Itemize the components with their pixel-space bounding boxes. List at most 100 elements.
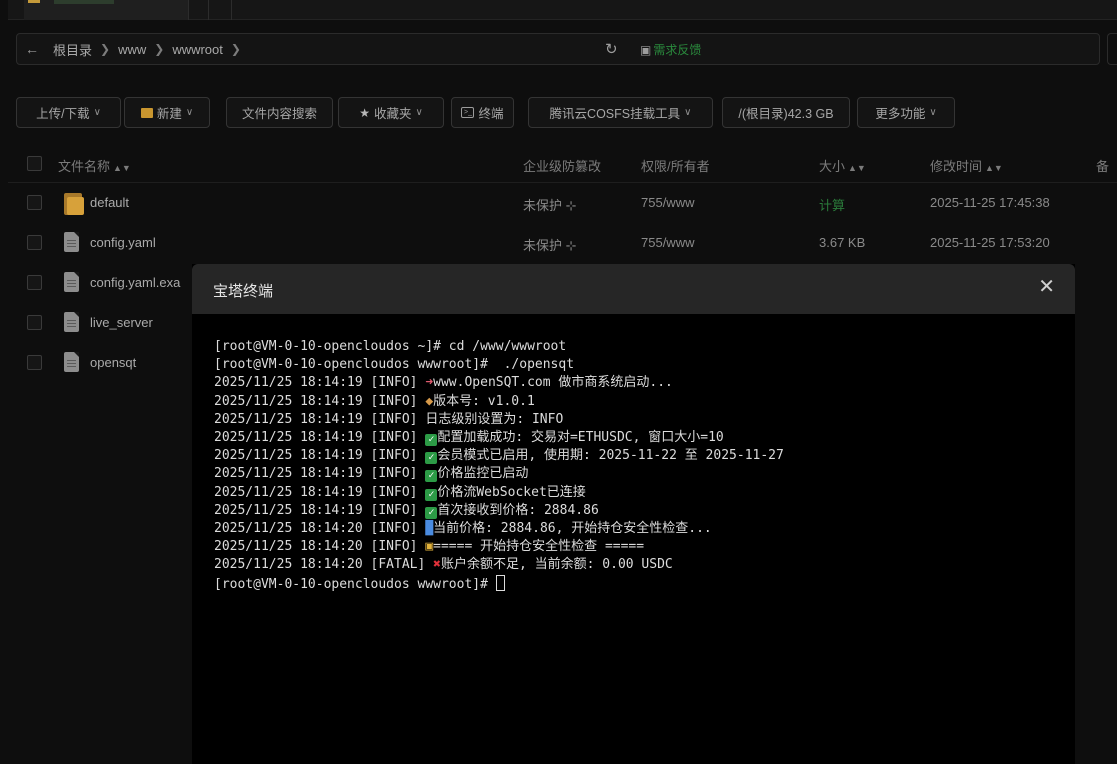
add-tab-button[interactable] <box>208 0 232 20</box>
table-row[interactable]: config.yaml 未保护 ⊹ 755/www 3.67 KB 2025-1… <box>8 223 1117 263</box>
protect-status-label: 未保护 <box>523 238 563 253</box>
terminal-prompt-line: [root@VM-0-10-opencloudos wwwroot]# <box>214 574 1064 594</box>
terminal-line: 2025/11/25 18:14:19 [INFO] ✓ 价格监控已启动 <box>214 465 1064 483</box>
search-box-edge[interactable] <box>1107 33 1117 65</box>
terminal-line-message: ===== 开始持仓安全性检查 ===== <box>433 539 645 555</box>
terminal-line: 2025/11/25 18:14:19 [INFO] 日志级别设置为: INFO <box>214 411 564 427</box>
terminal-dialog-header[interactable]: 宝塔终端 ✕ <box>192 264 1075 314</box>
terminal-line-message: 当前价格: 2884.86, 开始持仓安全性检查... <box>433 521 712 537</box>
file-name[interactable]: config.yaml <box>90 235 156 250</box>
content-search-button[interactable]: 文件内容搜索 <box>226 97 333 128</box>
column-mtime-label: 修改时间 <box>930 159 983 174</box>
feedback-link[interactable]: ▣ 需求反馈 <box>640 41 701 58</box>
file-name[interactable]: live_server <box>90 315 153 330</box>
check-icon: ✓ <box>425 506 438 519</box>
terminal-icon: >_ <box>461 107 475 118</box>
more-functions-button[interactable]: 更多功能 ∨ <box>857 97 955 128</box>
terminal-line-prefix: 2025/11/25 18:14:19 [INFO] <box>214 375 426 391</box>
terminal-label: 终端 <box>478 107 504 121</box>
check-icon: ✓ <box>425 434 438 447</box>
column-name-label: 文件名称 <box>58 159 111 174</box>
terminal-prompt: [root@VM-0-10-opencloudos wwwroot]# <box>214 576 496 592</box>
row-checkbox[interactable] <box>27 275 42 290</box>
column-note: 备 <box>1096 159 1110 174</box>
protect-status[interactable]: 未保护 ⊹ <box>523 195 577 214</box>
permission-owner[interactable]: 755/www <box>641 235 694 250</box>
terminal-line-message: 账户余额不足, 当前余额: 0.00 USDC <box>440 557 673 573</box>
favorites-button[interactable]: ★ 收藏夹 ∨ <box>338 97 444 128</box>
address-bar[interactable]: ← 根目录 ❯ www ❯ wwwroot ❯ ↻ ▣ 需求反馈 <box>16 33 1100 65</box>
folder-icon <box>64 191 84 215</box>
breadcrumb-item-root[interactable]: 根目录 <box>47 40 98 59</box>
tab-strip <box>8 0 1117 20</box>
file-name[interactable]: opensqt <box>90 355 136 370</box>
table-row[interactable]: default 未保护 ⊹ 755/www 计算 2025-11-25 17:4… <box>8 183 1117 223</box>
tab-current-directory[interactable] <box>24 0 189 20</box>
cosfs-button[interactable]: 腾讯云COSFS挂载工具 ∨ <box>528 97 713 128</box>
column-name[interactable]: 文件名称 ▲▼ <box>58 156 131 175</box>
file-size: 3.67 KB <box>819 235 866 250</box>
folder-icon <box>140 107 153 118</box>
package-icon: ◆ <box>425 393 434 409</box>
file-name[interactable]: config.yaml.exa <box>90 275 180 290</box>
chevron-down-icon: ∨ <box>185 107 194 118</box>
close-icon[interactable]: ✕ <box>1038 276 1055 298</box>
lock-open-icon: ⊹ <box>562 238 577 253</box>
more-functions-label: 更多功能 <box>875 107 926 121</box>
file-name[interactable]: default <box>90 195 129 210</box>
star-icon: ★ <box>359 105 370 120</box>
folder-tab-icon <box>28 0 40 3</box>
rocket-icon: ➜ <box>425 375 434 391</box>
row-checkbox[interactable] <box>27 195 42 210</box>
breadcrumb-item-www[interactable]: www <box>112 42 152 57</box>
column-mtime[interactable]: 修改时间 ▲▼ <box>930 156 1003 175</box>
chevron-down-icon: ∨ <box>929 107 937 118</box>
terminal-line-prefix: 2025/11/25 18:14:20 [FATAL] <box>214 557 434 573</box>
favorites-label: 收藏夹 <box>373 107 412 121</box>
terminal-line: [root@VM-0-10-opencloudos wwwroot]# ./op… <box>214 357 575 373</box>
calculate-size-link[interactable]: 计算 <box>819 195 845 214</box>
permission-owner[interactable]: 755/www <box>641 195 694 210</box>
file-table-header: 文件名称 ▲▼ 企业级防篡改 权限/所有者 大小 ▲▼ 修改时间 ▲▼ 备 <box>8 145 1117 183</box>
modified-time: 2025-11-25 17:45:38 <box>930 195 1050 210</box>
file-icon <box>64 352 79 372</box>
terminal-cursor[interactable] <box>495 574 505 591</box>
column-size[interactable]: 大小 ▲▼ <box>819 156 866 175</box>
refresh-icon[interactable]: ↻ <box>605 40 618 58</box>
content-search-label: 文件内容搜索 <box>241 107 317 121</box>
chevron-right-icon: ❯ <box>100 42 111 56</box>
protect-status[interactable]: 未保护 ⊹ <box>523 235 577 254</box>
terminal-line: 2025/11/25 18:14:20 [INFO] █当前价格: 2884.8… <box>214 520 1064 538</box>
terminal-line-prefix: 2025/11/25 18:14:19 [INFO] <box>214 448 426 464</box>
tab-label-blurred <box>54 0 114 4</box>
breadcrumb-item-wwwroot[interactable]: wwwroot <box>166 42 229 57</box>
column-size-label: 大小 <box>819 159 846 174</box>
upload-download-button[interactable]: 上传/下载 ∨ <box>16 97 121 128</box>
cross-mark-icon: ✖ <box>433 557 441 573</box>
chevron-down-icon: ∨ <box>684 107 692 118</box>
terminal-line-message: 配置加载成功: 交易对=ETHUSDC, 窗口大小=10 <box>437 430 724 446</box>
terminal-button[interactable]: >_ 终端 <box>451 97 514 128</box>
terminal-line: 2025/11/25 18:14:19 [INFO] ➜www.OpenSQT.… <box>214 374 1064 392</box>
back-arrow-icon[interactable]: ← <box>17 41 47 57</box>
select-all-checkbox[interactable] <box>27 156 42 171</box>
disk-usage-button[interactable]: /(根目录)42.3 GB <box>722 97 850 128</box>
terminal-line: 2025/11/25 18:14:19 [INFO] ✓ 首次接收到价格: 288… <box>214 502 1064 520</box>
terminal-line-prefix: 2025/11/25 18:14:19 [INFO] <box>214 466 426 482</box>
row-checkbox[interactable] <box>27 355 42 370</box>
upload-download-label: 上传/下载 <box>36 107 90 121</box>
row-checkbox[interactable] <box>27 235 42 250</box>
terminal-line-message: 版本号: v1.0.1 <box>433 393 535 409</box>
sort-icon: ▲▼ <box>985 163 1003 173</box>
file-icon <box>64 272 79 292</box>
protect-status-label: 未保护 <box>523 198 563 213</box>
terminal-line-message: 会员模式已启用, 使用期: 2025-11-22 至 2025-11-27 <box>437 448 784 464</box>
file-icon <box>64 312 79 332</box>
new-button[interactable]: 新建 ∨ <box>124 97 210 128</box>
row-checkbox[interactable] <box>27 315 42 330</box>
feedback-label: 需求反馈 <box>653 43 702 57</box>
feedback-icon: ▣ <box>640 42 652 57</box>
terminal-output[interactable]: [root@VM-0-10-opencloudos ~]# cd /www/ww… <box>214 338 1064 594</box>
sort-icon: ▲▼ <box>848 163 866 173</box>
terminal-line-message: www.OpenSQT.com 做市商系统启动... <box>433 375 673 391</box>
